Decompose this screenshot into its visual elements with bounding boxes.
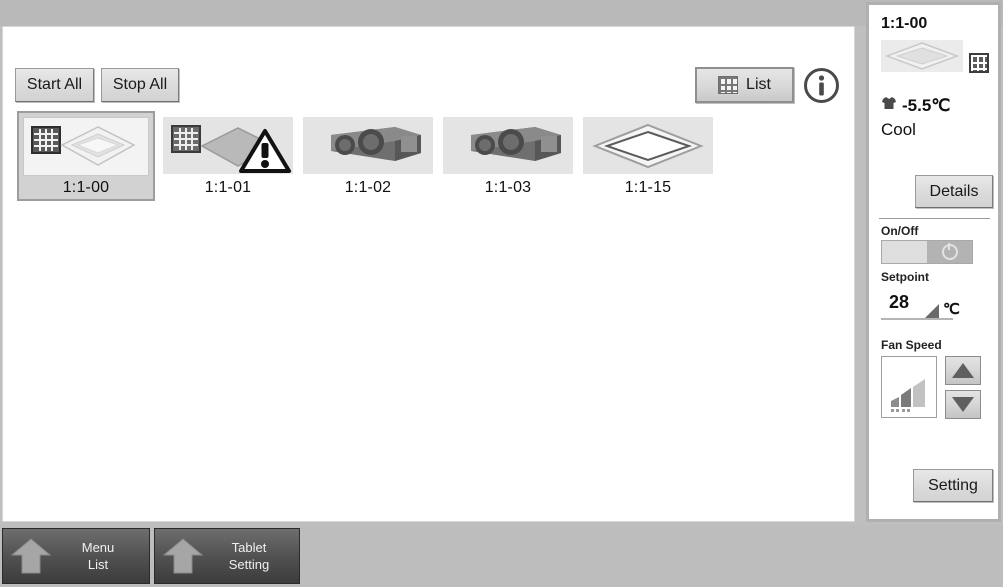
panel-unit-thumbnail (881, 40, 963, 72)
panel-unit-title: 1:1-00 (881, 15, 928, 32)
alarm-warning-icon (239, 128, 291, 174)
unit-tile-label: 1:1-03 (484, 179, 532, 196)
fan-speed-indicator[interactable] (881, 356, 937, 418)
up-arrow-icon (9, 536, 53, 576)
triangle-up-icon (952, 363, 974, 378)
list-view-button[interactable]: List (695, 67, 794, 103)
tablet-setting-button[interactable]: Tablet Setting (154, 528, 300, 584)
onoff-label: On/Off (881, 224, 919, 238)
unit-tile-1-1-15[interactable]: 1:1-15 (583, 117, 713, 197)
start-all-button[interactable]: Start All (15, 68, 94, 102)
details-button[interactable]: Details (915, 175, 993, 208)
top-band (0, 0, 1003, 26)
onoff-toggle[interactable] (881, 240, 973, 264)
power-icon (941, 243, 958, 260)
stop-all-button[interactable]: Stop All (101, 68, 179, 102)
hvac-controller-screen: Start All Stop All List 1:1-00 1:1-01 1:… (0, 0, 1003, 587)
stop-all-label: Stop All (112, 76, 168, 93)
operation-mode: Cool (881, 120, 916, 139)
tablet-setting-line1: Tablet (231, 540, 267, 555)
toolbar: Start All Stop All List (3, 27, 854, 103)
details-label: Details (929, 182, 979, 200)
tablet-setting-label: Tablet Setting (205, 539, 299, 573)
setting-button[interactable]: Setting (913, 469, 993, 502)
unit-tile-label: 1:1-15 (624, 179, 672, 196)
menu-list-line1: Menu (81, 540, 115, 555)
setpoint-unit: ℃ (943, 301, 960, 318)
panel-divider (879, 218, 990, 219)
unit-tile-1-1-01[interactable]: 1:1-01 (163, 117, 293, 197)
unit-tile-1-1-03[interactable]: 1:1-03 (443, 117, 573, 197)
unit-tile-1-1-02[interactable]: 1:1-02 (303, 117, 433, 197)
setpoint-slider-track (881, 318, 953, 320)
fan-speed-bars-icon (891, 379, 925, 412)
fan-speed-down-button[interactable] (945, 390, 981, 419)
unit-thumbnail (303, 117, 433, 174)
ceiling-panel-diamond-icon (592, 123, 704, 168)
setpoint-slider-handle (925, 304, 939, 318)
unit-control-panel: 1:1-00 -5.5℃ Cool Details On/Off Setpoin… (866, 2, 1001, 522)
unit-thumbnail (583, 117, 713, 174)
triangle-down-icon (952, 397, 974, 412)
unit-thumbnail (163, 117, 293, 174)
up-arrow-icon (161, 536, 205, 576)
setpoint-label: Setpoint (881, 270, 929, 284)
t-shirt-icon (881, 95, 897, 116)
duct-unit-icon (331, 126, 421, 161)
bottom-bar: Menu List Tablet Setting (0, 525, 1003, 587)
fan-speed-up-button[interactable] (945, 356, 981, 385)
remote-controller-grid-icon (969, 53, 989, 73)
fan-speed-label: Fan Speed (881, 338, 942, 352)
unit-tile-label: 1:1-01 (204, 179, 252, 196)
menu-list-label: Menu List (53, 539, 149, 573)
duct-unit-icon (471, 126, 561, 161)
toggle-left-half (882, 241, 927, 263)
setpoint-value: 28 (889, 292, 910, 312)
unit-thumbnail (23, 117, 149, 176)
main-content-panel: Start All Stop All List 1:1-00 1:1-01 1:… (2, 26, 855, 522)
tablet-setting-line2: Setting (228, 557, 270, 572)
ceiling-cassette-unit-icon (31, 125, 136, 166)
table-grid-icon (718, 76, 739, 94)
room-temperature: -5.5℃ (881, 95, 950, 116)
setting-label: Setting (928, 476, 978, 494)
setpoint-control[interactable]: 28 ℃ (881, 288, 991, 326)
unit-tile-1-1-00[interactable]: 1:1-00 (17, 111, 155, 201)
unit-tile-label: 1:1-02 (344, 179, 392, 196)
unit-thumbnail (443, 117, 573, 174)
toggle-right-half (927, 241, 972, 263)
info-circle-icon[interactable] (803, 67, 840, 104)
room-temperature-value: -5.5℃ (902, 95, 951, 115)
list-button-label: List (746, 76, 771, 93)
start-all-label: Start All (26, 76, 83, 93)
menu-list-line2: List (87, 557, 109, 572)
unit-tile-label: 1:1-00 (62, 179, 110, 196)
menu-list-button[interactable]: Menu List (2, 528, 150, 584)
